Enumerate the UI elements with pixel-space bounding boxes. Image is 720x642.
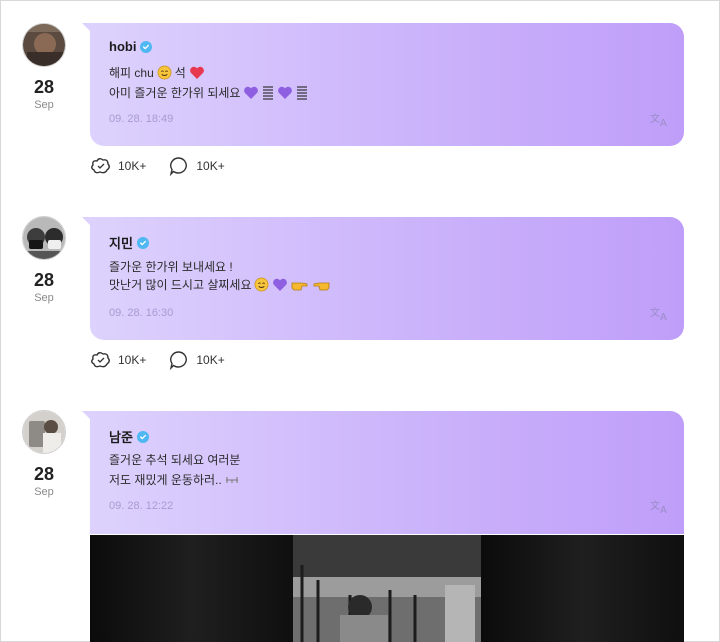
message-line-1: 해피 chu 석	[109, 64, 205, 81]
lines-icon	[297, 85, 308, 100]
message-line-2: 저도 재밌게 운동하러..	[109, 471, 239, 488]
avatar[interactable]	[22, 410, 66, 454]
translate-icon[interactable]: 文 A	[650, 111, 670, 127]
translate-icon[interactable]: 文 A	[650, 498, 670, 514]
reaction-count: 10K+	[118, 159, 147, 173]
message-text: 맛난거 많이 드시고 살찌세요	[109, 278, 252, 292]
purple-heart-icon	[273, 278, 288, 291]
message-text: 아미 즐거운 한가위 되세요	[109, 86, 241, 100]
timestamp: 09. 28. 12:22	[109, 500, 174, 512]
svg-text:A: A	[660, 505, 667, 514]
pointing-right-icon	[292, 282, 308, 290]
comment-button[interactable]: 10K+	[168, 350, 225, 370]
reaction-button[interactable]: 10K+	[90, 156, 146, 176]
message-bubble[interactable]: 지민 즐가운 한가위 보내세요 ! 맛난거 많이 드시고 살찌세요 09. 28…	[90, 217, 684, 340]
reaction-icon	[91, 158, 110, 174]
comment-icon	[170, 157, 188, 176]
author-label: 남준	[109, 430, 133, 445]
post-actions: 10K+ 10K+	[90, 156, 225, 176]
gym-photo-image	[90, 535, 684, 642]
bubble-tail	[82, 411, 90, 419]
timestamp: 09. 28. 18:49	[109, 113, 174, 125]
reaction-icon	[91, 352, 110, 368]
verified-badge-icon	[136, 430, 149, 443]
svg-text:文: 文	[650, 112, 660, 125]
author-name[interactable]: 남준	[109, 427, 149, 446]
svg-text:A: A	[660, 118, 667, 127]
message-text: 석	[174, 66, 186, 80]
reaction-count: 10K+	[118, 353, 147, 367]
author-name[interactable]: hobi	[109, 39, 153, 54]
grinning-face-icon	[157, 65, 172, 80]
smiling-face-icon	[255, 277, 269, 292]
post-actions: 10K+ 10K+	[90, 350, 225, 370]
translate-icon[interactable]: 文 A	[650, 305, 670, 321]
verified-badge-icon	[136, 236, 149, 249]
message-line-2: 아미 즐거운 한가위 되세요	[109, 84, 308, 101]
message-bubble[interactable]: 남준 즐거운 추석 되세요 여러분 저도 재밌게 운동하러.. 09. 28. …	[90, 411, 684, 534]
verified-badge-icon	[140, 40, 153, 53]
date-day: 28	[33, 464, 55, 484]
svg-text:文: 文	[650, 499, 660, 512]
timestamp: 09. 28. 16:30	[109, 307, 174, 319]
message-text: 즐가운 한가위 보내세요 !	[109, 260, 233, 274]
message-line-1: 즐거운 추석 되세요 여러분	[109, 451, 240, 468]
bubble-tail	[82, 217, 90, 225]
message-text: 해피 chu	[109, 66, 154, 80]
date-month: Sep	[34, 486, 54, 498]
bubble-tail	[82, 23, 90, 31]
purple-heart-icon	[278, 86, 293, 99]
attached-photo[interactable]	[90, 535, 684, 642]
red-heart-icon	[189, 66, 204, 79]
message-line-1: 즐가운 한가위 보내세요 !	[109, 258, 233, 275]
author-name[interactable]: 지민	[109, 233, 149, 252]
message-text: 즐거운 추석 되세요 여러분	[109, 453, 241, 467]
purple-heart-icon	[244, 86, 259, 99]
lines-icon	[263, 85, 274, 100]
reaction-button[interactable]: 10K+	[90, 350, 146, 370]
author-label: hobi	[109, 39, 137, 54]
date-month: Sep	[34, 99, 54, 111]
avatar[interactable]	[22, 216, 66, 260]
comment-button[interactable]: 10K+	[168, 156, 225, 176]
message-text: 저도 재밌게 운동하러..	[109, 473, 222, 487]
svg-text:A: A	[660, 312, 667, 321]
svg-text:文: 文	[650, 306, 660, 319]
date-day: 28	[33, 270, 55, 290]
message-bubble[interactable]: hobi 해피 chu 석 아미 즐거운 한가위 되세요 09. 28. 18:…	[90, 23, 684, 146]
comment-icon	[170, 351, 188, 370]
date-month: Sep	[34, 292, 54, 304]
message-line-2: 맛난거 많이 드시고 살찌세요	[109, 276, 330, 293]
pointing-left-icon	[314, 282, 330, 290]
avatar[interactable]	[22, 23, 66, 67]
date-day: 28	[33, 77, 55, 97]
comment-count: 10K+	[196, 353, 225, 367]
comment-count: 10K+	[196, 159, 225, 173]
author-label: 지민	[109, 236, 133, 251]
weightlifting-icon	[225, 476, 238, 483]
